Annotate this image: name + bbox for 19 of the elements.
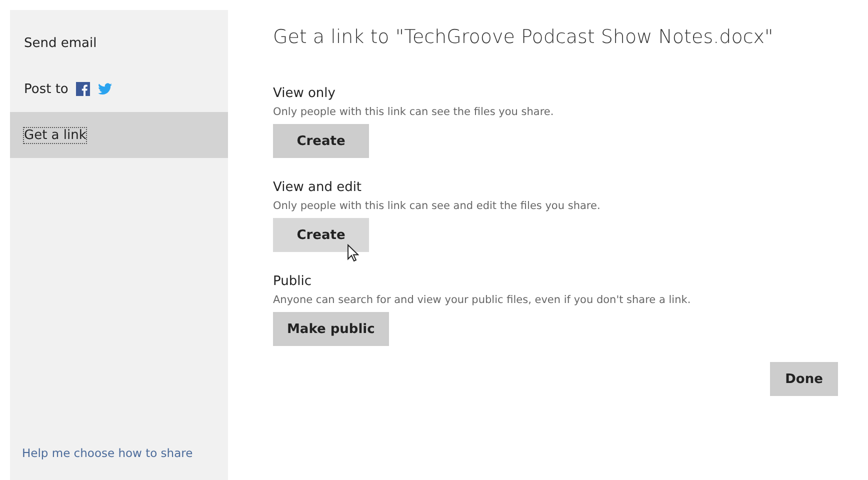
section-heading: View and edit — [273, 180, 363, 195]
sidebar-item[interactable]: Get a link — [10, 112, 228, 158]
done-button[interactable]: Done — [770, 362, 838, 396]
help-link[interactable]: Help me choose how to share — [10, 446, 228, 480]
item-label: Post to — [24, 82, 68, 96]
create-button[interactable]: Create — [273, 124, 369, 158]
facebook-icon[interactable] — [76, 82, 90, 96]
item-label: Get a link — [24, 128, 86, 142]
sidebar-item[interactable]: Post to — [10, 66, 228, 112]
section-heading: View only — [273, 86, 336, 101]
section-description: Anyone can search for and view your public files, even if you don't share a link. — [273, 294, 692, 306]
item-label: Send email — [24, 36, 97, 50]
section-heading: Public — [273, 274, 312, 289]
dialog-title: Get a link to "TechGroove Podcast Show Notes.docx" — [273, 26, 774, 48]
create-button[interactable]: Make public — [273, 312, 389, 346]
section-description: Only people with this link can see the files you share. — [273, 106, 555, 118]
section-description: Only people with this link can see and edit the files you share. — [273, 200, 602, 212]
sidebar-item[interactable]: Send email — [10, 20, 228, 66]
cursor-icon — [347, 244, 359, 262]
